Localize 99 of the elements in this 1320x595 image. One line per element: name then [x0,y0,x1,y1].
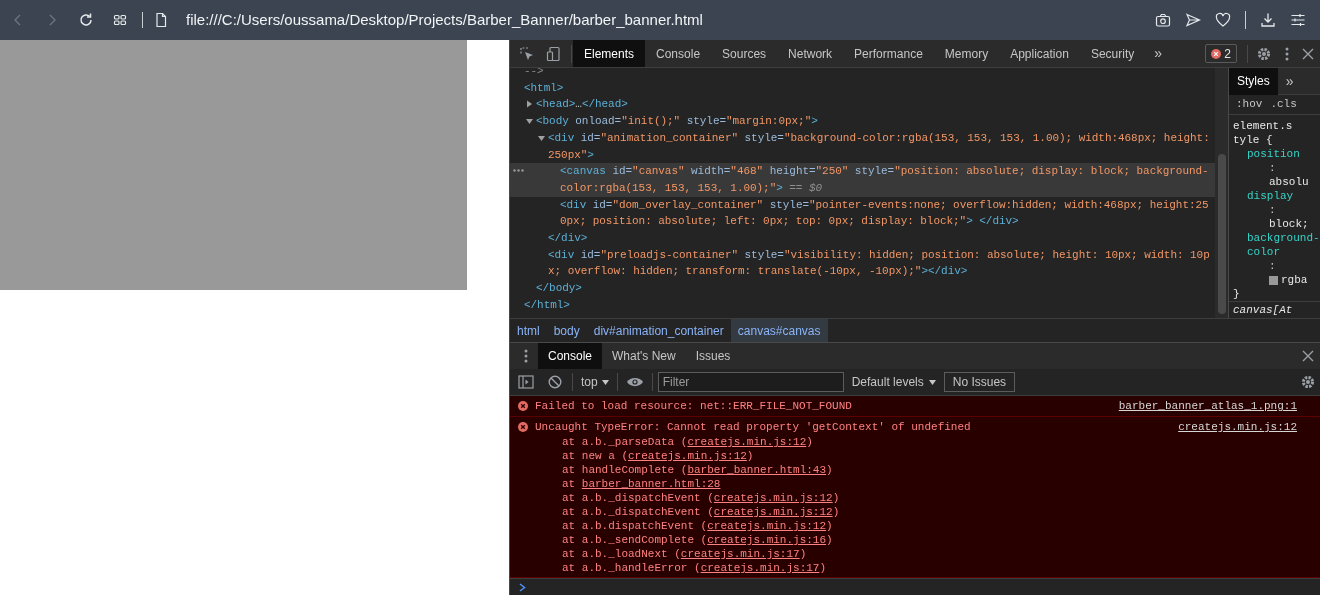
eye-icon[interactable] [625,376,644,388]
code-line: <head>…</head> [536,97,628,113]
code-line: </html> [524,298,570,311]
more-tabs-button[interactable]: » [1285,70,1294,92]
stack-frame: at a.b._handleError (createjs.min.js:17) [510,561,1320,575]
error-icon [518,401,528,411]
panel-tab[interactable]: Sources [711,40,778,67]
stack-frame: at barber_banner.html:28 [510,477,1320,491]
ellipsis-icon[interactable] [513,169,524,173]
inspect-icon[interactable] [519,45,535,62]
styles-tab[interactable]: Styles [1229,68,1278,95]
error-text: Failed to load resource: net::ERR_FILE_NOT_FOUND [535,399,853,414]
stack-frame: at new a (createjs.min.js:12) [510,449,1320,463]
breadcrumb[interactable]: body [546,319,587,342]
panel-tab[interactable]: Security [1079,40,1146,67]
caret-icon [928,379,936,385]
code-line: --> [524,68,544,79]
css-property: background-color [1247,231,1320,259]
levels-dropdown[interactable]: Default levels [843,373,944,391]
panel-tab[interactable]: Console [645,40,712,67]
stack-frame: at a.b.dispatchEvent (createjs.min.js:12) [510,519,1320,533]
filter-field[interactable]: Filter [657,372,844,392]
device-icon[interactable] [546,45,562,62]
source-link[interactable]: createjs.min.js:12 [687,436,807,448]
source-link[interactable]: createjs.min.js:17 [700,562,820,574]
breadcrumb[interactable]: div#animation_container [586,319,731,342]
breadcrumb[interactable]: canvas#canvas [730,319,828,342]
drawer-tab[interactable]: Console [538,343,603,369]
error-count: 2 [1224,45,1231,63]
source-link[interactable]: createjs.min.js:12 [628,450,747,462]
filter-toggle[interactable]: :hov [1236,96,1263,113]
code-line: <html> [524,80,564,96]
caret-icon [601,379,609,385]
drawer-tab[interactable]: What's New [602,343,686,369]
settings-icon[interactable] [1256,45,1272,62]
css-value: rgba [1281,273,1308,287]
code-line: </div> [548,232,588,245]
more-tabs-button[interactable]: » [1154,43,1163,64]
download-icon[interactable] [1260,12,1276,28]
clear-icon[interactable] [548,375,562,389]
panel-tab[interactable]: Performance [843,40,934,67]
source-link[interactable]: createjs.min.js:12 [1178,419,1297,435]
stack-frame: at a.b._dispatchEvent (createjs.min.js:12) [510,491,1320,505]
source-link[interactable]: createjs.min.js:12 [707,520,827,532]
error-text: Uncaught TypeError: Cannot read property 'getContext' of undefined [535,420,972,435]
color-swatch[interactable] [1269,275,1278,285]
sidebar-icon[interactable] [518,375,534,389]
css-colon: : [1268,161,1277,175]
close-icon[interactable] [1302,350,1314,362]
drawer-tab[interactable]: Issues [685,343,741,369]
grid-icon[interactable] [112,12,128,28]
code-line: <div id="preloadjs-container" style="visibility: hidden; position: absolute; height: 10px; width: 10px; overflow: hidden; transform: translate(-10px, -10px);"></div> [548,247,1211,280]
source-link[interactable]: createjs.min.js:12 [713,506,833,518]
css-value: absolu [1269,175,1309,189]
more-icon[interactable] [1285,46,1289,61]
source-link[interactable]: createjs.min.js:17 [680,548,800,560]
stack-frame: at a.b._parseData (createjs.min.js:12) [510,435,1320,449]
css-property: position [1247,147,1300,161]
drawer-menu-icon[interactable] [524,349,528,363]
error-icon [1211,48,1222,59]
source-link[interactable]: barber_banner.html:43 [687,464,827,476]
error-badge[interactable]: 2 [1205,44,1237,63]
send-icon[interactable] [1185,12,1201,28]
code-line: <div id="animation_container" style="background-color:rgba(153, 153, 153, 1.00); width:468px; height:250px"> [548,130,1211,163]
panel-tab[interactable]: Application [999,40,1080,67]
source-link[interactable]: barber_banner_atlas_1.png:1 [1118,398,1297,414]
panel-tab[interactable]: Memory [933,40,1000,67]
source-link[interactable]: createjs.min.js:12 [713,492,833,504]
breadcrumb[interactable]: html [510,319,547,342]
panel-tab[interactable]: Network [777,40,844,67]
stack-frame: at handleComplete (barber_banner.html:43) [510,463,1320,477]
heart-icon[interactable] [1215,12,1231,28]
css-property: display [1247,189,1294,203]
settings-icon[interactable] [1300,374,1316,390]
css-colon: : [1268,203,1277,217]
code-line: </body> [536,282,582,295]
stack-frame: at a.b._loadNext (createjs.min.js:17) [510,547,1320,561]
issues-button[interactable]: No Issues [943,372,1016,392]
reload-icon[interactable] [78,12,94,28]
css-colon: : [1268,259,1277,273]
context-dropdown[interactable]: top [573,373,617,391]
close-icon[interactable] [1302,47,1314,60]
sliders-icon[interactable] [1290,12,1306,28]
code-line: <body onload="init();" style="margin:0px;"> [536,114,818,130]
scrollbar-thumb[interactable] [1217,154,1226,314]
source-link[interactable]: barber_banner.html:28 [581,478,721,490]
panel-tab[interactable]: Elements [573,40,646,67]
css-brace: } [1233,287,1241,301]
prompt-icon[interactable] [519,582,526,592]
code-line: <div id="dom_overlay_container" style="pointer-events:none; overflow:hidden; width:468px; height:250px; position: absolute; left: 0px; top: 0px; display: block;"> </div> [560,197,1210,230]
stack-frame: at a.b._sendComplete (createjs.min.js:16) [510,533,1320,547]
source-link[interactable]: createjs.min.js:16 [707,534,827,546]
error-icon [518,422,528,432]
filter-toggle[interactable]: .cls [1270,96,1297,113]
css-selector: element.style { [1233,119,1294,147]
css-value: block; [1269,217,1309,231]
stack-frame: at a.b._dispatchEvent (createjs.min.js:12) [510,505,1320,519]
camera-icon[interactable] [1155,12,1171,28]
page-icon [153,12,169,28]
